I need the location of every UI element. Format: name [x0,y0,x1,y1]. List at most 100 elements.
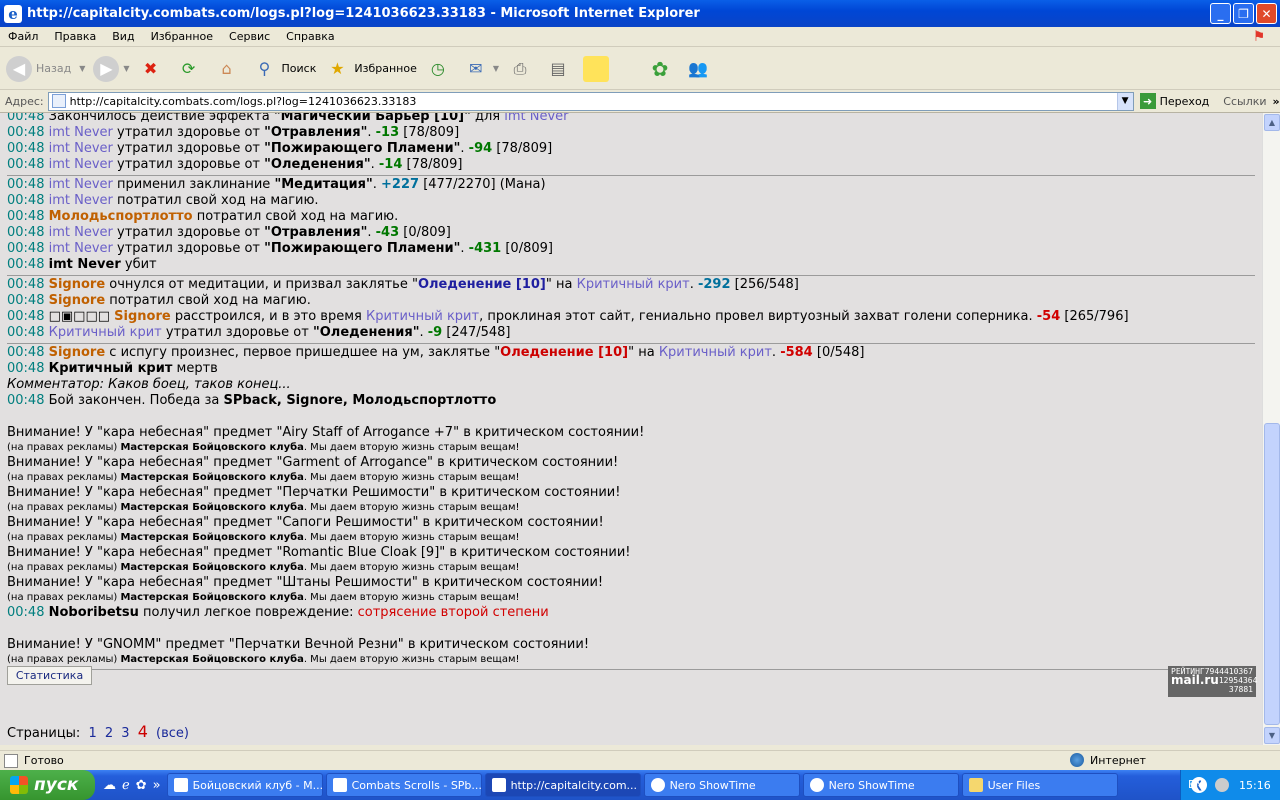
divider [7,175,1255,176]
history-button[interactable]: ◷ [425,56,455,82]
log-line: 00:48 Критичный крит мертв [7,361,218,376]
notes-button[interactable] [583,55,613,82]
home-button[interactable]: ⌂ [214,56,244,82]
task-button[interactable]: Бойцовский клуб - M... [166,773,323,797]
window-title: http://capitalcity.combats.com/logs.pl?l… [27,6,700,21]
mailru-logo: mail.ru [1171,673,1219,687]
statistics-button[interactable]: Статистика [7,666,92,685]
log-line: 00:48 Signore потратил свой ход на магию… [7,293,311,308]
vertical-scrollbar[interactable]: ▲ ▼ [1262,113,1280,745]
messenger-people-icon: 👥 [688,59,708,78]
note-icon [583,55,609,82]
print-button[interactable]: ⎙ [507,56,537,82]
page-link-2[interactable]: 2 [105,726,113,741]
back-button[interactable]: ◀ Назад ▼ [6,55,85,82]
language-indicator[interactable]: EN [1188,778,1203,791]
task-button[interactable]: Combats Scrolls - SPb... [325,773,482,797]
mailru-counter[interactable]: РЕЙТИНГ7944410367 mail.ru 12954364 37881 [1168,666,1257,697]
start-button[interactable]: пуск [0,770,95,800]
log-line: 00:48 imt Never утратил здоровье от "Пож… [7,241,553,256]
page-status-icon [4,753,18,768]
edit-button[interactable]: ▤ [545,56,575,82]
stop-icon: ✖ [143,59,158,78]
task-button[interactable]: Nero ShowTime [643,773,800,797]
menu-view[interactable]: Вид [104,30,142,43]
menu-tools[interactable]: Сервис [221,30,278,43]
log-line: 00:48 imt Never утратил здоровье от "Отр… [7,225,451,240]
task-button-active[interactable]: http://capitalcity.com... [484,773,641,797]
maximize-button[interactable]: ❐ [1233,3,1254,24]
history-icon: ◷ [430,59,445,78]
toolbar: ◀ Назад ▼ ▶ ▼ ✖ ⟳ ⌂ ⚲ Поиск ★ Избранное … [0,48,1280,90]
mail-icon: ✉ [469,59,483,78]
go-arrow-icon: ➜ [1139,93,1156,109]
forward-button[interactable]: ▶ ▼ [93,55,130,82]
search-button[interactable]: ⚲ Поиск [252,56,317,82]
task-button[interactable]: Nero ShowTime [802,773,959,797]
address-label: Адрес: [5,94,44,108]
links-button[interactable]: Ссылки [1223,95,1266,108]
pagination: Страницы: 1 2 3 4 (все) [7,722,189,741]
warning-line: Внимание! У "кара небесная" предмет "Пер… [7,485,621,500]
icq-button[interactable]: ✿ [647,56,677,82]
page-content: 00:48 Закончилось действие эффекта "Маги… [0,113,1262,745]
scroll-up-icon[interactable]: ▲ [1264,114,1280,131]
scroll-down-icon[interactable]: ▼ [1264,727,1280,744]
menu-file[interactable]: Файл [0,30,46,43]
title-bar: e http://capitalcity.combats.com/logs.pl… [0,0,1280,27]
search-icon: ⚲ [258,59,271,78]
stop-button[interactable]: ✖ [138,56,168,82]
log-line: 00:48 □▣□□□ Signore расстроился, и в это… [7,309,1129,324]
status-bar: Готово Интернет [0,750,1280,770]
page-link-1[interactable]: 1 [88,726,96,741]
go-button[interactable]: ➜ Переход [1139,93,1209,109]
icq-quicklaunch-icon[interactable]: ✿ [136,778,147,793]
warning-line: Внимание! У "кара небесная" предмет "Шта… [7,575,604,590]
refresh-button[interactable]: ⟳ [176,56,206,82]
nero-icon [650,778,665,792]
divider [7,669,1255,670]
taskbar: пуск ☁ ℯ ✿ » Бойцовский клуб - M... Comb… [0,770,1280,800]
tray-app-icon[interactable] [1215,778,1229,792]
warning-line: Внимание! У "кара небесная" предмет "Сап… [7,515,604,530]
favorites-button[interactable]: ★ Избранное [324,56,417,82]
clock[interactable]: 15:16 [1239,779,1271,792]
log-line: 00:48 imt Never применил заклинание "Мед… [7,177,546,192]
task-button[interactable]: User Files [961,773,1118,797]
ad-line: (на правах рекламы) Мастерская Бойцовско… [7,502,520,513]
minimize-button[interactable]: _ [1210,3,1231,24]
log-line: 00:48 Закончилось действие эффекта "Маги… [7,113,569,124]
chevron-right-icon[interactable]: » [153,778,161,793]
messenger-button[interactable]: 👥 [685,56,715,82]
page-link-all[interactable]: (все) [156,726,189,741]
ad-line: (на правах рекламы) Мастерская Бойцовско… [7,592,520,603]
globe-icon [1070,753,1084,767]
divider [7,343,1255,344]
chevron-right-icon[interactable]: » [1273,95,1280,108]
show-desktop-icon[interactable]: ☁ [103,778,116,793]
close-button[interactable]: ✕ [1256,3,1277,24]
printer-icon: ⎙ [513,58,527,78]
warning-line: Внимание! У "GNOMM" предмет "Перчатки Ве… [7,637,590,652]
page-link-3[interactable]: 3 [121,726,129,741]
log-line: 00:48 imt Never утратил здоровье от "Отр… [7,125,460,140]
menu-favorites[interactable]: Избранное [143,30,221,43]
nero-icon [809,778,824,792]
windows-flag-icon: ⚑ [1252,29,1266,45]
address-input[interactable]: http://capitalcity.combats.com/logs.pl?l… [47,91,1134,111]
menu-help[interactable]: Справка [278,30,342,43]
mail-button[interactable]: ✉ ▼ [463,56,499,82]
ie-quicklaunch-icon[interactable]: ℯ [122,778,130,793]
address-bar: Адрес: http://capitalcity.combats.com/lo… [0,90,1280,113]
menu-edit[interactable]: Правка [46,30,104,43]
warning-line: Внимание! У "кара небесная" предмет "Gar… [7,455,619,470]
address-dropdown-icon[interactable]: ▼ [1116,92,1133,110]
page-icon [51,94,66,108]
warning-line: Внимание! У "кара небесная" предмет "Rom… [7,545,631,560]
scroll-thumb[interactable] [1264,423,1280,725]
log-line: 00:48 Критичный крит утратил здоровье от… [7,325,511,340]
log-line: 00:48 imt Never утратил здоровье от "Пож… [7,141,553,156]
security-zone: Интернет [1070,753,1146,767]
menu-bar: Файл Правка Вид Избранное Сервис Справка [0,27,1280,47]
ad-line: (на правах рекламы) Мастерская Бойцовско… [7,654,520,665]
